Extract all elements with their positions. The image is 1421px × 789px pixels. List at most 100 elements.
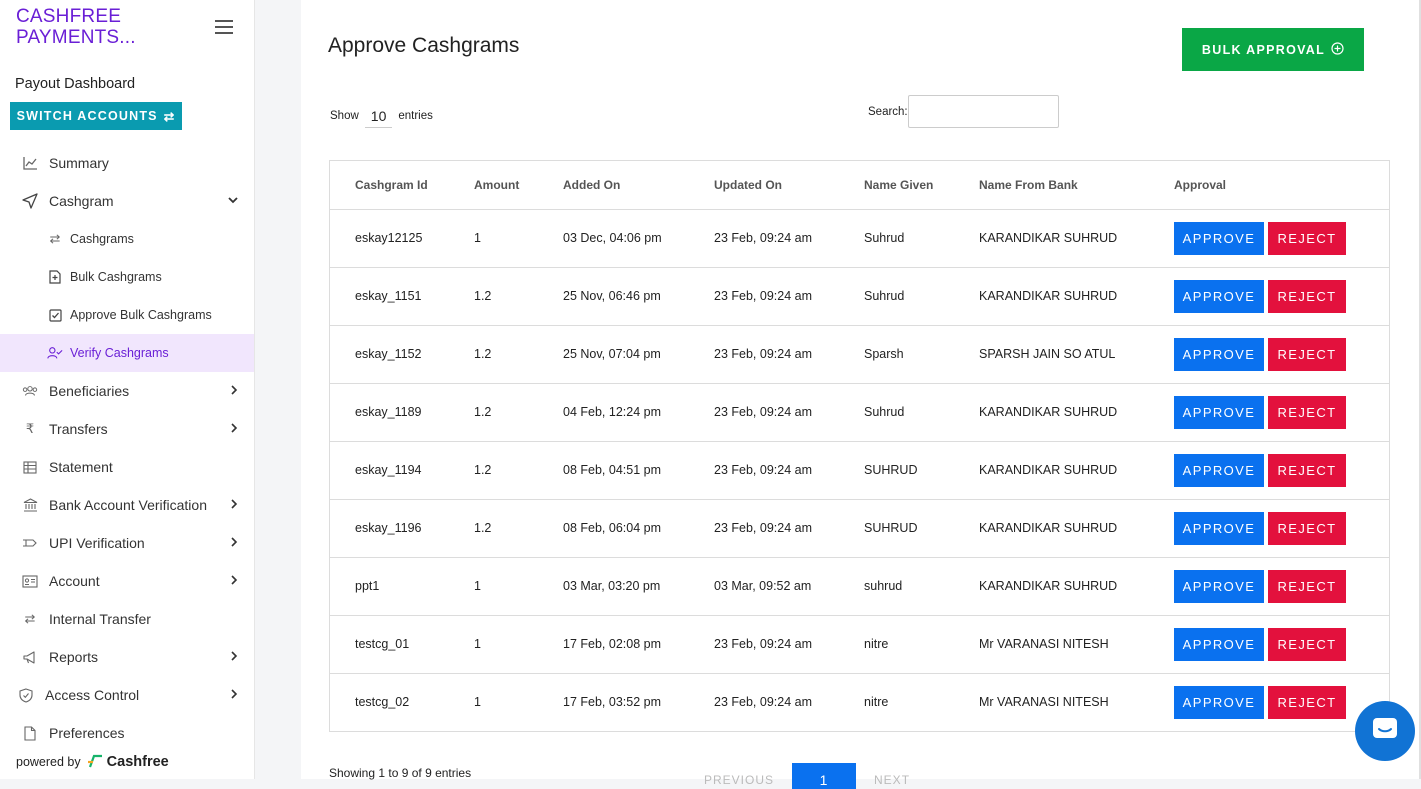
previous-button[interactable]: PREVIOUS bbox=[704, 763, 774, 787]
reject-button[interactable]: REJECT bbox=[1268, 453, 1346, 487]
updated-on-cell: 23 Feb, 09:24 am bbox=[714, 383, 864, 442]
approve-button[interactable]: APPROVE bbox=[1174, 337, 1264, 371]
reject-button[interactable]: REJECT bbox=[1268, 221, 1346, 255]
sidebar-item-label: Internal Transfer bbox=[49, 611, 151, 627]
chevron-right-icon bbox=[230, 422, 238, 436]
sidebar-item-label: Summary bbox=[49, 155, 109, 171]
sidebar-item-upi-verification[interactable]: UPI Verification bbox=[0, 524, 254, 562]
table-row: ppt1 1 03 Mar, 03:20 pm 03 Mar, 09:52 am suh… bbox=[330, 557, 1389, 616]
cashgram-id-cell: eskay_1189 bbox=[330, 383, 474, 442]
cashfree-logo-text: Cashfree bbox=[106, 754, 169, 770]
amount-cell: 1.2 bbox=[474, 441, 563, 500]
column-header[interactable]: Name Given bbox=[864, 161, 979, 210]
entries-select[interactable]: 10 bbox=[364, 104, 393, 128]
sidebar-item-approve-bulk-cashgrams[interactable]: Approve Bulk Cashgrams bbox=[0, 296, 254, 334]
reject-button[interactable]: REJECT bbox=[1268, 685, 1346, 719]
name-from-bank-cell: KARANDIKAR SUHRUD bbox=[979, 557, 1174, 616]
column-header[interactable]: Cashgram Id bbox=[330, 161, 474, 210]
bulk-approval-button[interactable]: BULK APPROVAL bbox=[1182, 28, 1364, 71]
file-plus-icon bbox=[47, 269, 63, 285]
approve-button[interactable]: APPROVE bbox=[1174, 279, 1264, 313]
added-on-cell: 04 Feb, 12:24 pm bbox=[563, 383, 714, 442]
chevron-right-icon bbox=[230, 536, 238, 550]
sidebar-item-bank-account-verification[interactable]: Bank Account Verification bbox=[0, 486, 254, 524]
sidebar-item-summary[interactable]: Summary bbox=[0, 144, 254, 182]
sidebar: CASHFREE PAYMENTS... Payout Dashboard SW… bbox=[0, 0, 255, 779]
reject-button[interactable]: REJECT bbox=[1268, 511, 1346, 545]
sidebar-item-internal-transfer[interactable]: ⇄ Internal Transfer bbox=[0, 600, 254, 638]
updated-on-cell: 23 Feb, 09:24 am bbox=[714, 441, 864, 500]
updated-on-cell: 23 Feb, 09:24 am bbox=[714, 209, 864, 268]
column-header[interactable]: Added On bbox=[563, 161, 714, 210]
arrows-swap-icon: ⇄ bbox=[24, 611, 36, 626]
approve-button[interactable]: APPROVE bbox=[1174, 511, 1264, 545]
sidebar-item-preferences[interactable]: Preferences bbox=[0, 714, 254, 752]
page-button-current[interactable]: 1 bbox=[792, 763, 857, 789]
approve-button[interactable]: APPROVE bbox=[1174, 569, 1264, 603]
bank-icon bbox=[22, 497, 38, 513]
reject-button[interactable]: REJECT bbox=[1268, 337, 1346, 371]
brand-name[interactable]: CASHFREE PAYMENTS... bbox=[16, 6, 196, 48]
sidebar-item-label: Cashgram bbox=[49, 193, 114, 209]
search-label: Search: bbox=[868, 105, 908, 118]
powered-by-label: powered by bbox=[16, 755, 81, 769]
send-icon bbox=[22, 193, 38, 209]
approval-cell: APPROVE REJECT bbox=[1174, 615, 1389, 674]
chat-launcher-button[interactable] bbox=[1355, 701, 1415, 761]
table-row: eskay_1196 1.2 08 Feb, 06:04 pm 23 Feb, 09:… bbox=[330, 499, 1389, 558]
added-on-cell: 25 Nov, 06:46 pm bbox=[563, 267, 714, 326]
rupee-icon: ₹ bbox=[25, 421, 35, 436]
added-on-cell: 17 Feb, 02:08 pm bbox=[563, 615, 714, 674]
sidebar-item-label: Account bbox=[49, 573, 100, 589]
sidebar-item-label: Beneficiaries bbox=[49, 383, 130, 399]
sidebar-item-cashgrams[interactable]: ⇄ Cashgrams bbox=[0, 220, 254, 258]
sidebar-item-statement[interactable]: Statement bbox=[0, 448, 254, 486]
name-from-bank-cell: Mr VARANASI NITESH bbox=[979, 695, 1109, 710]
sidebar-item-verify-cashgrams[interactable]: Verify Cashgrams bbox=[0, 334, 254, 372]
added-on-cell: 03 Dec, 04:06 pm bbox=[563, 209, 714, 268]
column-header[interactable]: Name From Bank bbox=[979, 161, 1174, 210]
added-on-cell: 17 Feb, 03:52 pm bbox=[563, 695, 661, 710]
switch-accounts-button[interactable]: SWITCH ACCOUNTS ⇄ bbox=[10, 102, 182, 130]
search-input[interactable] bbox=[907, 95, 1059, 128]
sidebar-item-account[interactable]: Account bbox=[0, 562, 254, 600]
user-check-icon bbox=[47, 345, 63, 361]
column-header[interactable]: Amount bbox=[474, 161, 563, 210]
next-button[interactable]: NEXT bbox=[874, 763, 910, 787]
reject-button[interactable]: REJECT bbox=[1268, 627, 1346, 661]
chevron-right-icon bbox=[230, 688, 238, 702]
reject-button[interactable]: REJECT bbox=[1268, 395, 1346, 429]
table-row: eskay_1189 1.2 04 Feb, 12:24 pm 23 Feb, 09:… bbox=[330, 383, 1389, 442]
updated-on-cell: 23 Feb, 09:24 am bbox=[714, 267, 864, 326]
approve-button[interactable]: APPROVE bbox=[1174, 627, 1264, 661]
show-label: Show bbox=[330, 110, 359, 122]
reject-button[interactable]: REJECT bbox=[1268, 569, 1346, 603]
sidebar-item-reports[interactable]: Reports bbox=[0, 638, 254, 676]
sidebar-item-label: Bank Account Verification bbox=[49, 497, 207, 513]
name-from-bank-cell: KARANDIKAR SUHRUD bbox=[979, 499, 1174, 558]
name-from-bank-cell: KARANDIKAR SUHRUD bbox=[979, 267, 1174, 326]
sidebar-item-label: Transfers bbox=[49, 421, 108, 437]
sidebar-item-beneficiaries[interactable]: Beneficiaries bbox=[0, 372, 254, 410]
name-given-cell: SUHRUD bbox=[864, 441, 979, 500]
sidebar-item-access-control[interactable]: Access Control bbox=[0, 676, 254, 714]
approval-cell: APPROVE REJECT bbox=[1174, 441, 1389, 500]
shield-icon bbox=[18, 687, 34, 703]
arrows-swap-icon: ⇄ bbox=[49, 231, 61, 246]
approve-button[interactable]: APPROVE bbox=[1174, 395, 1264, 429]
table-icon bbox=[22, 459, 38, 475]
sidebar-item-bulk-cashgrams[interactable]: Bulk Cashgrams bbox=[0, 258, 254, 296]
sidebar-item-label: Preferences bbox=[49, 725, 125, 741]
sidebar-item-transfers[interactable]: ₹ Transfers bbox=[0, 410, 254, 448]
approve-button[interactable]: APPROVE bbox=[1174, 453, 1264, 487]
column-header: Approval bbox=[1174, 161, 1389, 210]
approve-button[interactable]: APPROVE bbox=[1174, 221, 1264, 255]
sidebar-item-cashgram[interactable]: Cashgram bbox=[0, 182, 254, 220]
hamburger-menu-icon[interactable] bbox=[215, 20, 233, 35]
sidebar-item-label: Verify Cashgrams bbox=[70, 346, 169, 360]
sidebar-nav: Summary Cashgram ⇄ Cashgrams Bulk Cashgr… bbox=[0, 144, 254, 752]
column-header[interactable]: Updated On bbox=[714, 161, 864, 210]
approve-button[interactable]: APPROVE bbox=[1174, 685, 1264, 719]
cashgram-id-cell: eskay_1152 bbox=[330, 325, 474, 384]
reject-button[interactable]: REJECT bbox=[1268, 279, 1346, 313]
